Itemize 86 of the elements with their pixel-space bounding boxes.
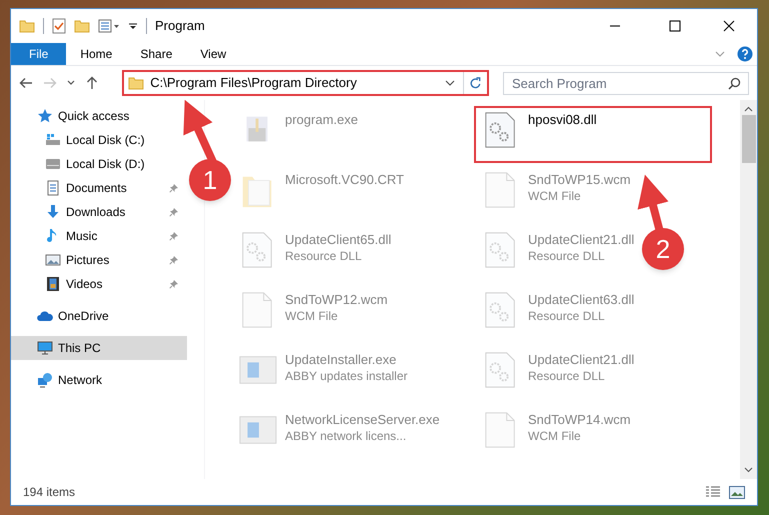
file-item[interactable]: program.exe [231,106,362,163]
document-icon [45,180,61,196]
pin-icon[interactable] [169,279,179,289]
search-icon [728,76,741,90]
file-type: WCM File [285,308,339,325]
file-type: Resource DLL [285,248,363,265]
search-field[interactable]: Search Program [503,72,749,94]
drive-icon [45,132,61,148]
picture-icon [45,252,61,268]
file-name: Microsoft.VC90.CRT [285,171,404,188]
file-name: SndToWP15.wcm [528,171,631,188]
file-item[interactable]: UpdateClient21.dll Resource DLL [474,346,638,403]
file-item[interactable]: NetworkLicenseServer.exe ABBY network licens... [231,406,444,463]
file-item[interactable]: UpdateClient21.dll Resource DLL [474,226,638,283]
file-item[interactable]: SndToWP12.wcm WCM File [231,286,392,343]
sidebar-item[interactable]: Videos [11,272,187,296]
address-bar[interactable]: C:\Program Files\Program Directory [122,70,489,96]
file-name: hposvi08.dll [528,111,597,128]
scrollbar[interactable] [740,100,757,479]
ribbon-tab[interactable]: Share [126,43,186,65]
file-type: Resource DLL [528,368,606,385]
chevron-down-icon[interactable] [715,51,725,57]
ribbon-tab[interactable]: File [11,43,66,65]
file-item[interactable]: UpdateInstaller.exe ABBY updates installer [231,346,412,403]
file-name: SndToWP14.wcm [528,411,631,428]
file-item[interactable]: hposvi08.dll [474,106,712,163]
file-item[interactable]: SndToWP15.wcm WCM File [474,166,635,223]
folder-icon [128,76,144,90]
file-item[interactable]: UpdateClient63.dll Resource DLL [474,286,638,343]
file-item[interactable]: UpdateClient65.dll Resource DLL [231,226,396,283]
properties-icon[interactable] [98,19,120,33]
close-icon[interactable] [723,20,735,32]
window-title: Program [155,17,205,36]
help-icon[interactable] [737,46,753,62]
ribbon-tab[interactable]: Home [66,43,126,65]
file-name: UpdateClient21.dll [528,351,634,368]
sidebar-item[interactable]: Local Disk (D:) [11,152,187,176]
file-type: ABBY network licens... [285,428,408,445]
dropdown-caret-icon[interactable] [128,21,138,31]
large-icons-view-icon[interactable] [729,486,745,498]
sidebar-item[interactable]: Downloads [11,200,187,224]
refresh-icon[interactable] [469,76,482,90]
star-icon [37,108,53,124]
item-count: 194 items [23,484,76,501]
sidebar-item[interactable]: OneDrive [11,304,187,328]
film-icon [45,276,61,292]
file-item[interactable]: SndToWP14.wcm WCM File [474,406,635,463]
sidebar-item[interactable]: Local Disk (C:) [11,128,187,152]
file-name: UpdateClient21.dll [528,231,634,248]
drive-icon [45,156,61,172]
file-name: UpdateClient65.dll [285,231,392,248]
sidebar-item[interactable]: This PC [11,336,187,360]
file-name: program.exe [285,111,358,128]
file-name: SndToWP12.wcm [285,291,388,308]
scrollbar-thumb[interactable] [742,115,756,163]
maximize-icon[interactable] [669,20,681,32]
monitor-icon [37,340,53,356]
scroll-down-icon[interactable] [744,467,753,473]
up-arrow-icon[interactable] [85,76,99,90]
sidebar-item[interactable]: Music [11,224,187,248]
back-arrow-icon[interactable] [19,76,33,90]
file-name: UpdateInstaller.exe [285,351,398,368]
file-name: UpdateClient63.dll [528,291,634,308]
file-item[interactable]: Microsoft.VC90.CRT [231,166,408,223]
pin-icon[interactable] [169,231,179,241]
pin-icon[interactable] [169,207,179,217]
sidebar-item[interactable]: Documents [11,176,187,200]
network-icon [37,372,53,388]
details-view-icon[interactable] [705,486,721,498]
file-type: Resource DLL [528,248,606,265]
file-type: WCM File [528,188,582,205]
checklist-icon[interactable] [52,18,66,34]
pin-icon[interactable] [169,255,179,265]
sidebar-item[interactable]: Network [11,368,187,392]
sidebar-item[interactable]: Pictures [11,248,187,272]
scroll-up-icon[interactable] [744,106,753,112]
file-type: Resource DLL [528,308,606,325]
file-type: WCM File [528,428,582,445]
file-type: ABBY updates installer [285,368,408,385]
down-arrow-icon [45,204,61,220]
dropdown-caret-icon[interactable] [445,80,455,86]
sidebar-item[interactable]: Quick access [11,104,187,128]
pin-icon[interactable] [169,183,179,193]
ribbon-tab[interactable]: View [186,43,240,65]
file-name: NetworkLicenseServer.exe [285,411,440,428]
address-path: C:\Program Files\Program Directory [150,74,357,92]
